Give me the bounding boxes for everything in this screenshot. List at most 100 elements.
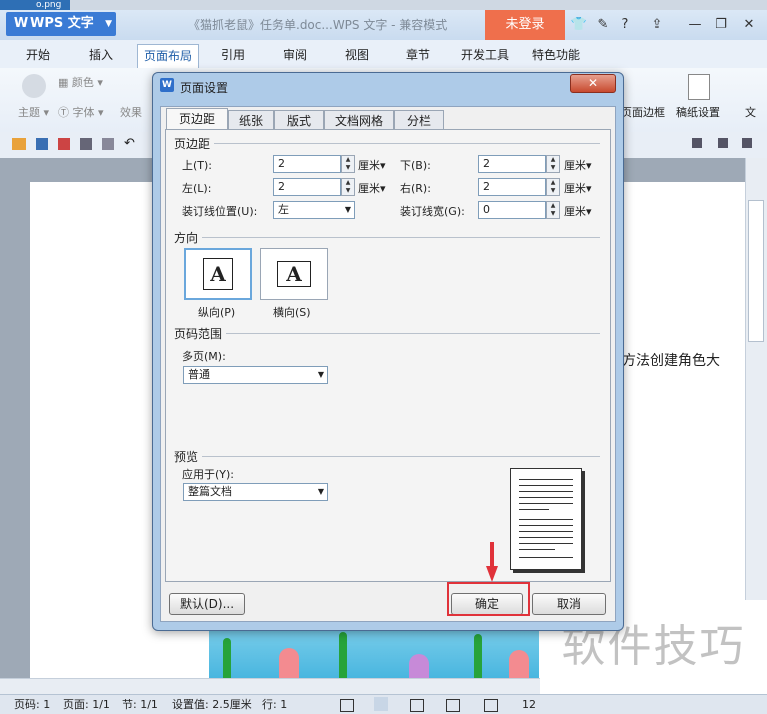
tab-developer[interactable]: 开发工具 <box>455 44 515 66</box>
minimize-icon[interactable]: — <box>686 16 704 34</box>
status-section: 节: 1/1 <box>122 698 158 711</box>
vertical-scrollbar-thumb[interactable] <box>748 200 764 342</box>
preview-section-title: 预览 <box>174 448 203 465</box>
bottom-margin-input[interactable]: 2 <box>478 155 546 173</box>
toolbar-icon-1[interactable] <box>692 138 702 148</box>
toolbar-icon-3[interactable] <box>742 138 752 148</box>
filename-label: o.png <box>0 0 70 10</box>
app-name: WPS 文字 <box>30 16 94 31</box>
tab-reference[interactable]: 引用 <box>215 44 251 66</box>
feedback-icon[interactable]: ✎ <box>594 16 612 34</box>
font-button[interactable]: Ⓣ 字体 ▾ <box>58 104 104 120</box>
dialog-tab-doc-grid[interactable]: 文档网格 <box>324 110 394 131</box>
wps-logo-icon: W <box>13 16 29 31</box>
gutter-position-select[interactable]: 左 ▼ <box>273 201 355 219</box>
right-margin-unit[interactable]: 厘米▾ <box>564 180 592 196</box>
outline-view-icon[interactable] <box>410 699 424 712</box>
status-page: 页面: 1/1 <box>63 698 110 711</box>
maximize-icon[interactable]: ❐ <box>712 16 730 34</box>
tab-page-layout[interactable]: 页面布局 <box>137 44 200 69</box>
dialog-tab-columns[interactable]: 分栏 <box>394 110 444 131</box>
protect-icon[interactable] <box>484 699 498 712</box>
portrait-label: 纵向(P) <box>198 306 236 319</box>
tab-chapter[interactable]: 章节 <box>400 44 436 66</box>
open-icon[interactable] <box>12 138 26 150</box>
skin-shirt-icon[interactable]: 👕 <box>570 16 588 34</box>
horizontal-scrollbar[interactable] <box>0 678 540 695</box>
right-margin-input[interactable]: 2 <box>478 178 546 196</box>
section-divider <box>202 456 600 457</box>
font-label: 字体 <box>72 106 95 119</box>
chevron-down-icon: ▼ <box>317 370 324 379</box>
wps-logo-icon: W <box>160 78 174 92</box>
portrait-option[interactable]: A <box>184 248 252 300</box>
chevron-down-icon: ▼ <box>344 205 351 214</box>
bottom-margin-unit[interactable]: 厘米▾ <box>564 157 592 173</box>
dialog-tab-paper[interactable]: 纸张 <box>228 110 274 131</box>
preview-icon[interactable] <box>102 138 114 150</box>
page-view-icon[interactable] <box>374 697 388 711</box>
document-title: 《猫抓老鼠》任务单.doc...WPS 文字 - 兼容模式 <box>188 18 448 32</box>
multi-page-value: 普通 <box>188 368 210 381</box>
tab-review[interactable]: 审阅 <box>277 44 313 66</box>
left-margin-input[interactable]: 2 <box>273 178 341 196</box>
apply-to-value: 整篇文档 <box>188 485 232 498</box>
section-divider <box>202 237 600 238</box>
top-margin-label: 上(T): <box>182 159 213 172</box>
tab-special[interactable]: 特色功能 <box>526 44 586 66</box>
ribbon-more-button[interactable]: 文 <box>745 104 756 120</box>
gutter-width-stepper[interactable]: ▲ ▼ <box>546 201 560 219</box>
right-margin-stepper[interactable]: ▲ ▼ <box>546 178 560 196</box>
apply-to-select[interactable]: 整篇文档 ▼ <box>183 483 328 501</box>
close-icon[interactable]: ✕ <box>740 16 758 34</box>
gutter-width-input[interactable]: 0 <box>478 201 546 219</box>
top-margin-unit[interactable]: 厘米▾ <box>358 157 386 173</box>
left-margin-unit[interactable]: 厘米▾ <box>358 180 386 196</box>
top-margin-stepper[interactable]: ▲ ▼ <box>341 155 355 173</box>
gutter-position-label: 装订线位置(U): <box>182 205 258 218</box>
cancel-button[interactable]: 取消 <box>532 593 606 615</box>
print-icon[interactable] <box>80 138 92 150</box>
restore-ribbon-icon[interactable]: ⇪ <box>648 16 666 34</box>
color-icon[interactable]: ▦ 颜色 ▾ <box>58 74 103 90</box>
tab-home[interactable]: 开始 <box>20 44 56 66</box>
help-icon[interactable]: ? <box>616 16 634 34</box>
dialog-tab-layout[interactable]: 版式 <box>274 110 324 131</box>
theme-button[interactable]: 主题 ▾ <box>18 104 49 120</box>
theme-icon[interactable] <box>22 74 46 98</box>
chevron-down-icon: ▼ <box>317 487 324 496</box>
login-button[interactable]: 未登录 <box>485 10 565 40</box>
unit-label: 厘米 <box>564 205 586 218</box>
web-view-icon[interactable] <box>446 699 460 712</box>
effect-button[interactable]: 效果 <box>120 104 142 120</box>
top-margin-input[interactable]: 2 <box>273 155 341 173</box>
theme-label: 主题 <box>18 106 40 119</box>
effect-label: 效果 <box>120 106 142 119</box>
landscape-label: 横向(S) <box>273 306 311 319</box>
paper-settings-button[interactable]: 稿纸设置 <box>676 104 720 120</box>
page-border-button[interactable]: 页面边框 <box>621 104 665 120</box>
pdf-icon[interactable] <box>58 138 70 150</box>
right-margin-label: 右(R): <box>400 182 431 195</box>
tab-view[interactable]: 视图 <box>339 44 375 66</box>
dialog-tab-margins[interactable]: 页边距 <box>166 108 228 131</box>
paper-settings-label: 稿纸设置 <box>676 106 720 119</box>
landscape-option[interactable]: A <box>260 248 328 300</box>
left-margin-stepper[interactable]: ▲ ▼ <box>341 178 355 196</box>
page-preview <box>510 468 582 570</box>
section-divider <box>226 333 600 334</box>
fullscreen-icon[interactable] <box>340 699 354 712</box>
multi-page-select[interactable]: 普通 ▼ <box>183 366 328 384</box>
page-range-section-title: 页码范围 <box>174 325 227 342</box>
tab-insert[interactable]: 插入 <box>83 44 119 66</box>
save-icon[interactable] <box>36 138 48 150</box>
undo-icon[interactable]: ↶ <box>124 136 135 151</box>
wps-app-menu-button[interactable]: W WPS 文字 ▼ <box>6 12 116 36</box>
portrait-page-icon: A <box>203 258 233 290</box>
bottom-margin-stepper[interactable]: ▲ ▼ <box>546 155 560 173</box>
dialog-close-button[interactable]: ✕ <box>570 74 616 93</box>
default-button[interactable]: 默认(D)... <box>169 593 245 615</box>
bottom-margin-label: 下(B): <box>400 159 431 172</box>
toolbar-icon-2[interactable] <box>718 138 728 148</box>
gutter-width-unit[interactable]: 厘米▾ <box>564 203 592 219</box>
